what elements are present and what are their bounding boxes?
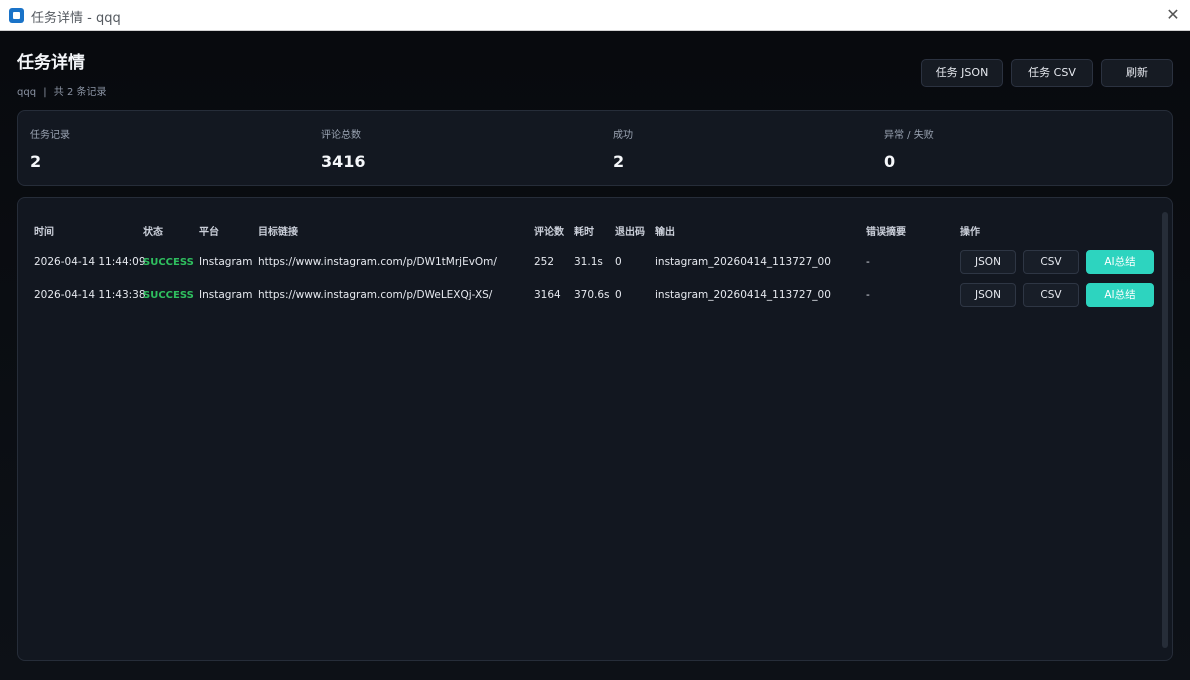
cell-error: - bbox=[866, 289, 870, 301]
subtitle-separator: | bbox=[43, 87, 47, 98]
stat-success: 成功 2 bbox=[613, 126, 633, 171]
window-title: 任务详情 - qqq bbox=[31, 11, 121, 26]
app-icon bbox=[9, 8, 24, 23]
cell-comments: 3164 bbox=[534, 289, 561, 301]
close-icon[interactable]: ✕ bbox=[1160, 3, 1186, 27]
status-badge: SUCCESS bbox=[143, 257, 194, 268]
col-target: 目标链接 bbox=[258, 227, 298, 238]
stat-records: 任务记录 2 bbox=[30, 126, 70, 171]
cell-target-link[interactable]: https://www.instagram.com/p/DW1tMrjEvOm/ bbox=[258, 256, 497, 268]
cell-output: instagram_20260414_113727_00 bbox=[655, 256, 831, 268]
row-ai-summary-button[interactable]: AI总结 bbox=[1086, 250, 1154, 274]
cell-platform: Instagram bbox=[199, 256, 253, 268]
task-name: qqq bbox=[17, 87, 37, 98]
stat-failed-value: 0 bbox=[884, 152, 896, 171]
cell-error: - bbox=[866, 256, 870, 268]
row-json-button[interactable]: JSON bbox=[960, 283, 1016, 307]
col-comments: 评论数 bbox=[534, 227, 564, 238]
table-scrollbar[interactable] bbox=[1162, 212, 1168, 648]
stats-card: 任务记录 2 评论总数 3416 成功 2 异常 / 失败 0 bbox=[17, 110, 1173, 186]
task-csv-button[interactable]: 任务 CSV bbox=[1011, 59, 1093, 87]
stat-comments: 评论总数 3416 bbox=[321, 126, 366, 171]
col-exit-code: 退出码 bbox=[615, 227, 645, 238]
cell-exit-code: 0 bbox=[615, 256, 622, 268]
row-csv-button[interactable]: CSV bbox=[1023, 250, 1079, 274]
col-actions: 操作 bbox=[960, 227, 980, 238]
record-count: 共 2 条记录 bbox=[53, 87, 107, 98]
cell-target-link[interactable]: https://www.instagram.com/p/DWeLEXQj-XS/ bbox=[258, 289, 492, 301]
col-output: 输出 bbox=[655, 227, 675, 238]
stat-records-value: 2 bbox=[30, 152, 42, 171]
cell-duration: 31.1s bbox=[574, 256, 603, 268]
main-content: 任务详情 qqq | 共 2 条记录 任务 JSON 任务 CSV 刷新 任务记… bbox=[0, 31, 1190, 680]
cell-comments: 252 bbox=[534, 256, 555, 268]
task-json-button[interactable]: 任务 JSON bbox=[921, 59, 1003, 87]
page-subtitle: qqq | 共 2 条记录 bbox=[17, 83, 107, 98]
stat-records-label: 任务记录 bbox=[30, 130, 70, 141]
cell-time: 2026-04-14 11:44:09 bbox=[34, 256, 146, 268]
col-status: 状态 bbox=[143, 227, 163, 238]
title-bar: 任务详情 - qqq ✕ bbox=[0, 0, 1190, 31]
stat-comments-label: 评论总数 bbox=[321, 130, 361, 141]
row-ai-summary-button[interactable]: AI总结 bbox=[1086, 283, 1154, 307]
stat-failed-label: 异常 / 失败 bbox=[884, 130, 934, 141]
cell-output: instagram_20260414_113727_00 bbox=[655, 289, 831, 301]
col-time: 时间 bbox=[34, 227, 54, 238]
cell-time: 2026-04-14 11:43:38 bbox=[34, 289, 146, 301]
col-platform: 平台 bbox=[199, 227, 219, 238]
col-error: 错误摘要 bbox=[866, 227, 906, 238]
row-json-button[interactable]: JSON bbox=[960, 250, 1016, 274]
col-duration: 耗时 bbox=[574, 227, 594, 238]
cell-platform: Instagram bbox=[199, 289, 253, 301]
stat-failed: 异常 / 失败 0 bbox=[884, 126, 934, 171]
cell-duration: 370.6s bbox=[574, 289, 610, 301]
status-badge: SUCCESS bbox=[143, 290, 194, 301]
stat-success-value: 2 bbox=[613, 152, 625, 171]
stat-comments-value: 3416 bbox=[321, 152, 366, 171]
refresh-button[interactable]: 刷新 bbox=[1101, 59, 1173, 87]
row-csv-button[interactable]: CSV bbox=[1023, 283, 1079, 307]
cell-exit-code: 0 bbox=[615, 289, 622, 301]
stat-success-label: 成功 bbox=[613, 130, 633, 141]
page-title: 任务详情 bbox=[17, 53, 85, 73]
